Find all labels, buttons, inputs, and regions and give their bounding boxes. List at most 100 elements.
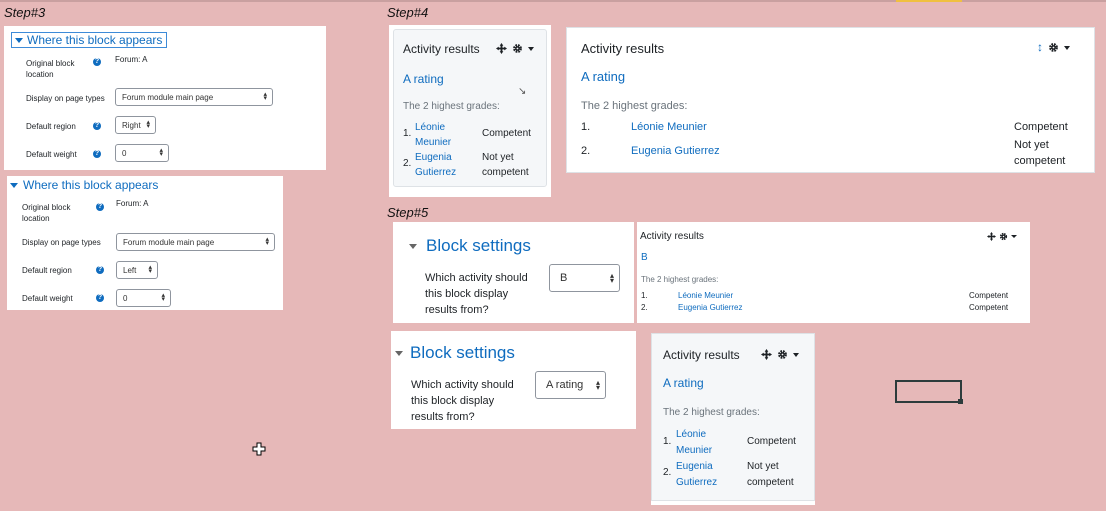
activity-question-label-1: Which activity should this block display r… [425,272,528,316]
resize-vertical-icon[interactable]: ↕ [1037,41,1043,53]
display-page-types-label-2: Display on page types [22,238,101,247]
student-link[interactable]: Eugenia Gutierrez [415,150,456,180]
activity-results-title: Activity results [640,231,704,242]
activity-link[interactable]: A rating [581,69,625,84]
activity-results-bottom-frame: Activity results A rating The 2 highest … [651,333,815,505]
selected-cell[interactable] [895,380,962,403]
activity-question-label-2: Which activity should this block display r… [411,379,514,423]
activity-results-title: Activity results [581,41,665,56]
grade-value: Competent [482,128,531,139]
default-weight-select-1[interactable]: 0 ▴ ▾ [115,144,169,162]
display-page-types-select-1[interactable]: Forum module main page ▴ ▾ [115,88,273,106]
activity-results-small-frame: Activity results A rating ↘ The 2 highes… [389,25,551,197]
gear-icon[interactable] [512,43,523,54]
list-item-number: 1. [663,436,672,447]
move-icon[interactable] [496,43,507,54]
activity-results-title: Activity results [663,348,740,362]
grade-value: Not yet competent [1014,139,1066,167]
original-location-label-2: Original block location [22,203,71,223]
select-arrows-icon: ▴ ▾ [263,91,267,102]
activity-results-bottom-block: Activity results A rating The 2 highest … [651,333,815,501]
block-settings-title-2: Block settings [410,343,515,362]
cell-fill-handle[interactable] [958,399,963,404]
student-link[interactable]: Léonie Meunier [676,427,712,459]
default-region-label-1: Default region [26,122,76,131]
where-block-header-1[interactable]: Where this block appears [11,32,167,48]
move-icon[interactable] [987,232,996,241]
activity-link[interactable]: A rating [403,72,444,86]
block-settings-header-2[interactable]: Block settings [395,343,515,363]
default-region-select-1[interactable]: Right ▴ ▾ [115,116,156,134]
grade-value: Competent [969,303,1009,312]
gear-icon[interactable] [999,232,1008,241]
activity-results-small-block: Activity results A rating ↘ The 2 highes… [393,29,547,187]
original-location-value-2: Forum: A [116,199,149,208]
select-arrows-icon: ▴ ▾ [148,264,152,275]
select-arrows-icon: ▴ ▾ [609,271,614,285]
help-icon[interactable]: ? [93,58,101,66]
default-weight-select-2[interactable]: 0 ▴ ▾ [116,289,171,307]
activity-results-wide-block: Activity results ↕ A rating The 2 highes… [566,27,1095,173]
grades-subtitle: The 2 highest grades: [403,101,500,112]
chevron-down-icon[interactable] [793,352,799,357]
display-page-types-label-1: Display on page types [26,94,105,103]
where-block-title-2: Where this block appears [23,178,159,192]
list-item-number: 2. [581,145,591,157]
grade-value: Not yet competent [482,152,529,178]
gear-icon[interactable] [1048,42,1059,53]
student-link[interactable]: Eugenia Gutierrez [676,459,717,491]
collapse-icon [409,243,417,249]
student-link[interactable]: Léonie Meunier [415,120,451,150]
chevron-down-icon[interactable] [1064,45,1070,50]
crosshair-cursor-icon [252,442,266,456]
student-link[interactable]: Léonie Meunier [678,291,733,300]
help-icon[interactable]: ? [93,150,101,158]
help-icon[interactable]: ? [96,266,104,274]
student-link[interactable]: Eugenia Gutierrez [678,303,742,312]
block-settings-panel-2: Block settings Which activity should this… [391,331,636,429]
select-arrows-icon: ▴ ▾ [146,119,150,130]
list-item-number: 2. [403,158,412,169]
help-icon[interactable]: ? [96,203,104,211]
activity-results-b-block: Activity results B The 2 highest grades:… [637,222,1030,323]
activity-select-2[interactable]: A rating ▴ ▾ [535,371,606,399]
activity-link[interactable]: A rating [663,376,704,390]
where-block-header-2[interactable]: Where this block appears [10,177,158,193]
list-item-number: 1. [641,291,648,300]
help-icon[interactable]: ? [93,122,101,130]
list-item-number: 1. [581,121,591,133]
chevron-down-icon[interactable] [1011,235,1017,238]
select-arrows-icon: ▴ ▾ [265,236,269,247]
select-arrows-icon: ▴ ▾ [161,292,165,303]
step4-label: Step#4 [387,5,429,20]
grades-subtitle: The 2 highest grades: [663,407,760,418]
grades-subtitle: The 2 highest grades: [641,275,719,284]
default-region-select-2[interactable]: Left ▴ ▾ [116,261,158,279]
gear-icon[interactable] [777,349,788,360]
display-page-types-select-2[interactable]: Forum module main page ▴ ▾ [116,233,275,251]
list-item-number: 2. [663,467,672,478]
grade-value: Competent [969,291,1009,300]
default-weight-label-2: Default weight [22,294,73,303]
block-controls [761,349,799,360]
help-icon[interactable]: ? [96,294,104,302]
block-controls [496,43,534,54]
block-controls [987,232,1017,241]
block-settings-header-1[interactable]: Block settings [409,236,531,256]
move-icon[interactable] [761,349,772,360]
where-block-panel-2: Where this block appears Original block … [7,176,283,310]
student-link[interactable]: Léonie Meunier [631,121,707,133]
mouse-cursor-icon: ↘ [518,86,527,97]
grades-subtitle: The 2 highest grades: [581,100,688,112]
list-item-number: 2. [641,303,648,312]
block-controls: ↕ [1037,41,1070,53]
step5-label: Step#5 [387,205,429,220]
where-block-title-1: Where this block appears [27,33,163,47]
activity-results-title: Activity results [403,42,480,56]
chevron-down-icon[interactable] [528,46,534,51]
list-item-number: 1. [403,128,412,139]
activity-select-1[interactable]: B ▴ ▾ [549,264,620,292]
student-link[interactable]: Eugenia Gutierrez [631,145,720,157]
activity-link[interactable]: B [641,252,648,263]
select-arrows-icon: ▴ ▾ [595,378,600,392]
